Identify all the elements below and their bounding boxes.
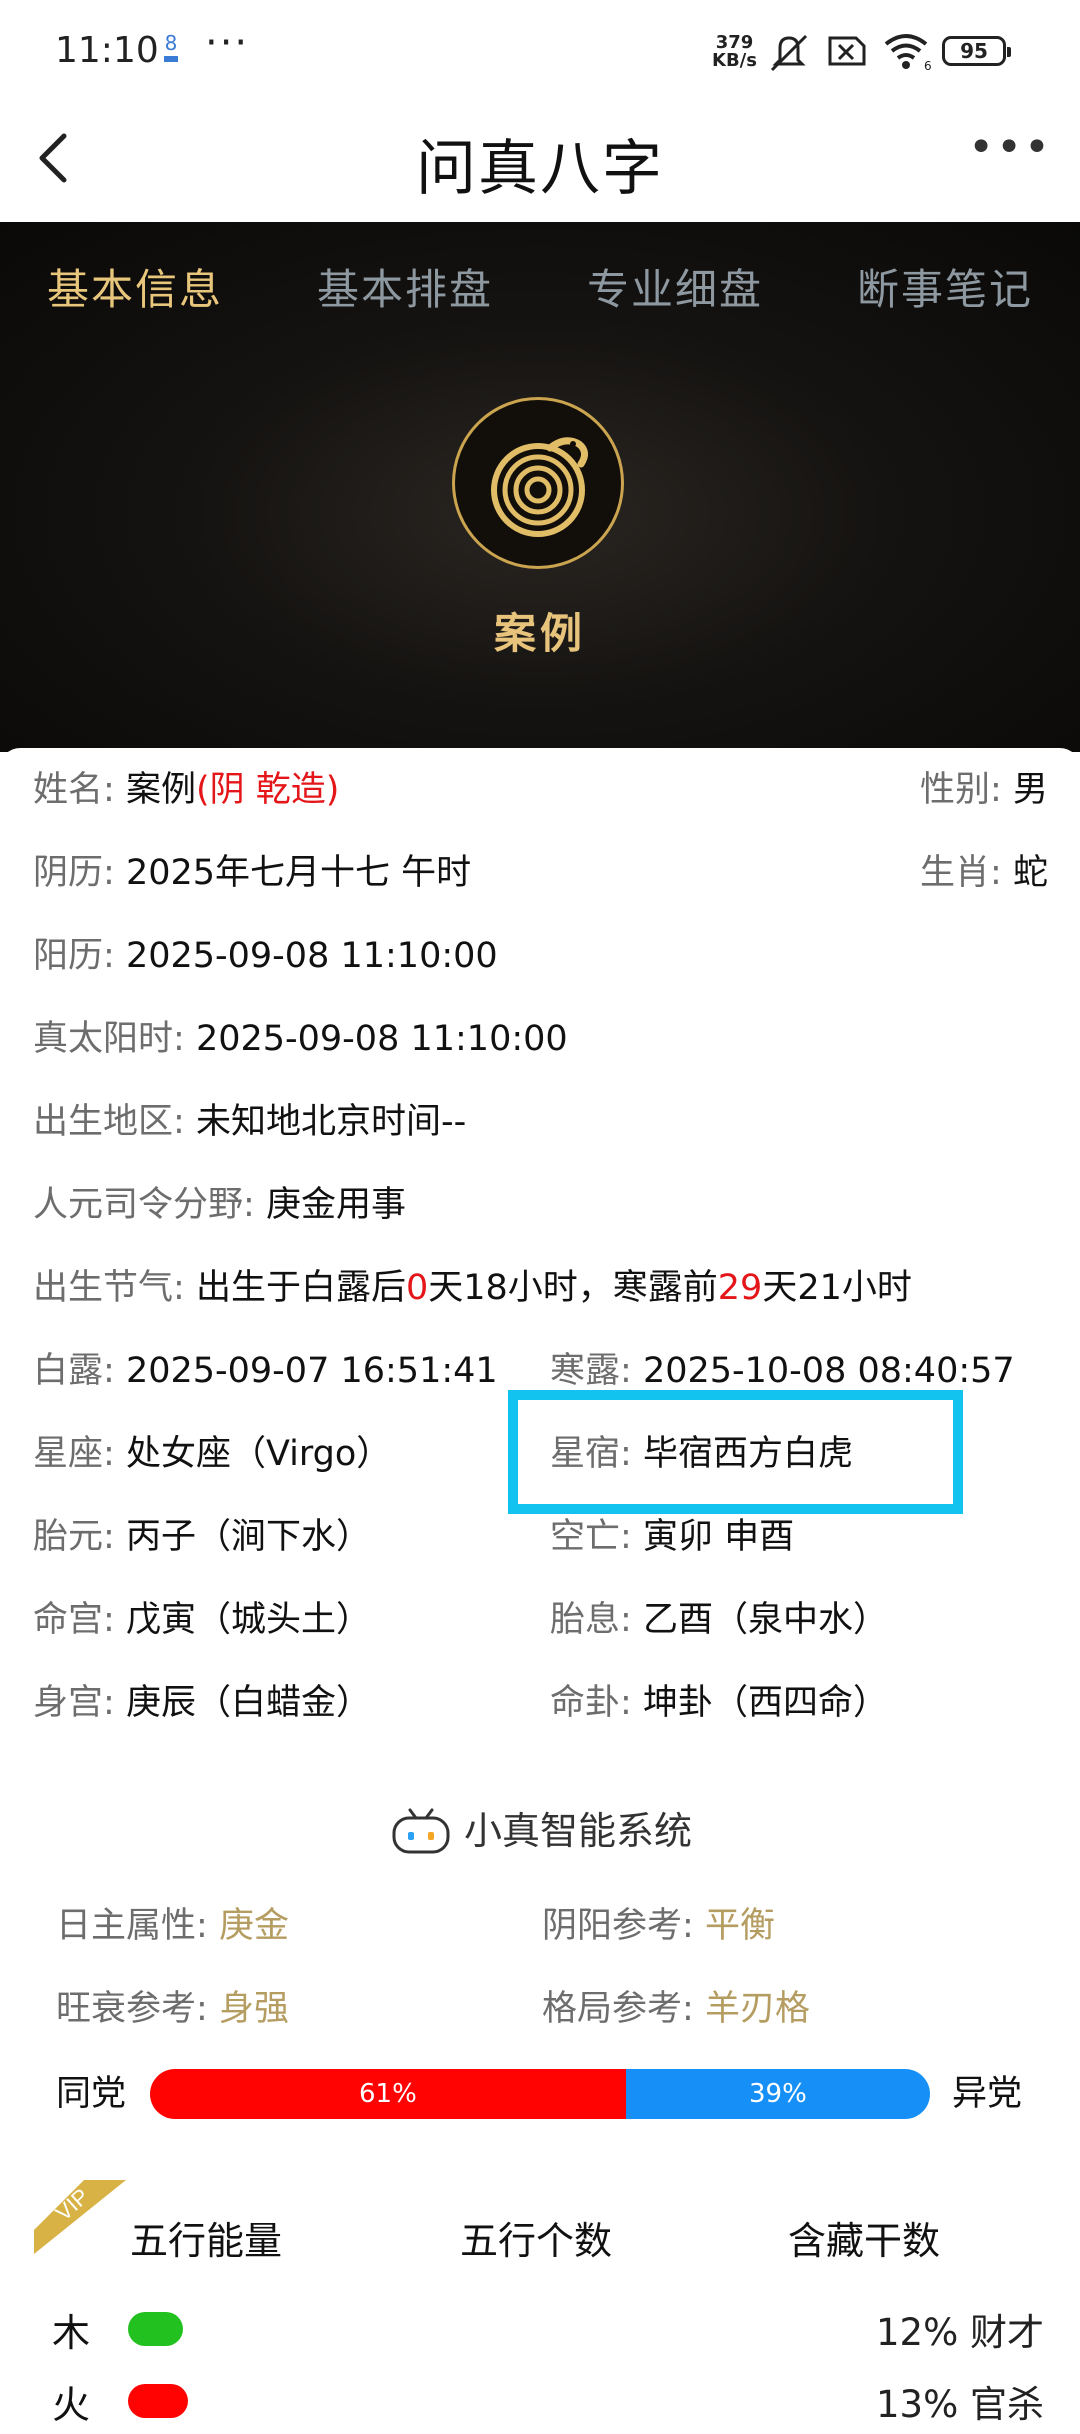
wuxing-row-fire: 火 13% 官杀: [0, 2374, 1080, 2434]
true-solar-row: 真太阳时: 2025-09-08 11:10:00: [33, 1019, 568, 1059]
hanlu-row: 寒露: 2025-10-08 08:40:57: [550, 1351, 1015, 1391]
tab-wuxing-count[interactable]: 五行个数: [460, 2210, 612, 2265]
tab-professional-chart[interactable]: 专业细盘: [540, 222, 810, 357]
robot-icon: [392, 1808, 450, 1854]
mute-icon: [770, 34, 808, 72]
element-energy-bar: [128, 2312, 183, 2346]
name-row: 姓名: 案例(阴 乾造): [33, 770, 340, 810]
element-value: 12% 财才: [876, 2311, 1044, 2354]
taixi-row: 胎息: 乙酉（泉中水）: [550, 1600, 888, 1640]
diff-party-segment: 39%: [625, 2069, 930, 2119]
profile-name: 案例: [493, 609, 586, 658]
jieqi-row: 出生节气: 出生于白露后0天18小时，寒露前29天21小时: [33, 1268, 912, 1308]
wuxing-row-wood: 木 12% 财才: [0, 2302, 1080, 2362]
kongwang-row: 空亡: 寅卯 申酉: [550, 1517, 795, 1557]
tab-basic-chart[interactable]: 基本排盘: [270, 222, 540, 357]
snake-zodiac-icon: [491, 437, 588, 537]
page-title: 问真八字: [416, 134, 664, 204]
svg-text:6: 6: [924, 59, 932, 72]
app-header: 问真八字 •••: [0, 100, 1080, 222]
wangshuai-row: 旺衰参考: 身强: [56, 1989, 289, 2029]
wifi-icon: 6: [884, 34, 932, 72]
tab-wuxing-energy[interactable]: 五行能量: [130, 2210, 282, 2265]
status-bar: 11:10 8 ··· 379 KB/s 6 95: [0, 0, 1080, 100]
xingzuo-row: 星座: 处女座（Virgo）: [33, 1434, 392, 1474]
sim-off-icon: [828, 36, 866, 66]
yinyang-row: 阴阳参考: 平衡: [542, 1906, 775, 1946]
tab-basic-info[interactable]: 基本信息: [0, 222, 270, 357]
notification-icon: [164, 56, 178, 62]
highlight-box: [508, 1390, 963, 1514]
tab-bar: 基本信息 基本排盘 专业细盘 断事笔记: [0, 222, 1080, 357]
hero-banner: 基本信息 基本排盘 专业细盘 断事笔记 案例: [0, 222, 1080, 752]
notification-badge: 8: [163, 33, 179, 64]
party-ratio-bar: 61% 39%: [150, 2069, 930, 2119]
info-card: [0, 748, 1080, 2398]
minggua-row: 命卦: 坤卦（西四命）: [550, 1683, 888, 1723]
element-label: 木: [52, 2311, 91, 2355]
diff-party-label: 异党: [952, 2074, 1023, 2114]
solar-row: 阳历: 2025-09-08 11:10:00: [33, 936, 498, 976]
same-party-segment: 61%: [150, 2069, 626, 2119]
avatar: [452, 397, 624, 569]
taiyuan-row: 胎元: 丙子（涧下水）: [33, 1517, 371, 1557]
geju-row: 格局参考: 羊刃格: [542, 1989, 810, 2029]
lunar-row: 阴历: 2025年七月十七 午时: [33, 853, 472, 893]
siling-row: 人元司令分野: 庚金用事: [33, 1185, 406, 1225]
gender-row: 性别: 男: [920, 770, 1048, 810]
status-time: 11:10: [55, 30, 159, 71]
more-notifications-icon: ···: [205, 20, 250, 66]
element-label: 火: [52, 2383, 91, 2427]
tab-notes[interactable]: 断事笔记: [810, 222, 1080, 357]
element-value: 13% 官杀: [876, 2383, 1044, 2426]
network-speed: 379 KB/s: [712, 32, 757, 71]
zodiac-row: 生肖: 蛇: [920, 853, 1048, 893]
battery-indicator: 95: [942, 36, 1011, 66]
bailu-row: 白露: 2025-09-07 16:51:41: [33, 1351, 498, 1391]
same-party-label: 同党: [56, 2074, 127, 2114]
rizhu-row: 日主属性: 庚金: [56, 1906, 289, 1946]
element-energy-bar: [128, 2384, 188, 2418]
birthplace-row: 出生地区: 未知地北京时间--: [33, 1102, 467, 1142]
wuxing-tab-bar: 五行能量 五行个数 含藏干数: [0, 2200, 1080, 2270]
minggong-row: 命宫: 戊寅（城头土）: [33, 1600, 371, 1640]
ai-system-title: 小真智能系统: [0, 1800, 1080, 1856]
more-dots-icon[interactable]: •••: [968, 122, 1052, 173]
tab-hidden-stems[interactable]: 含藏干数: [788, 2210, 940, 2265]
shengong-row: 身宫: 庚辰（白蜡金）: [33, 1683, 371, 1723]
